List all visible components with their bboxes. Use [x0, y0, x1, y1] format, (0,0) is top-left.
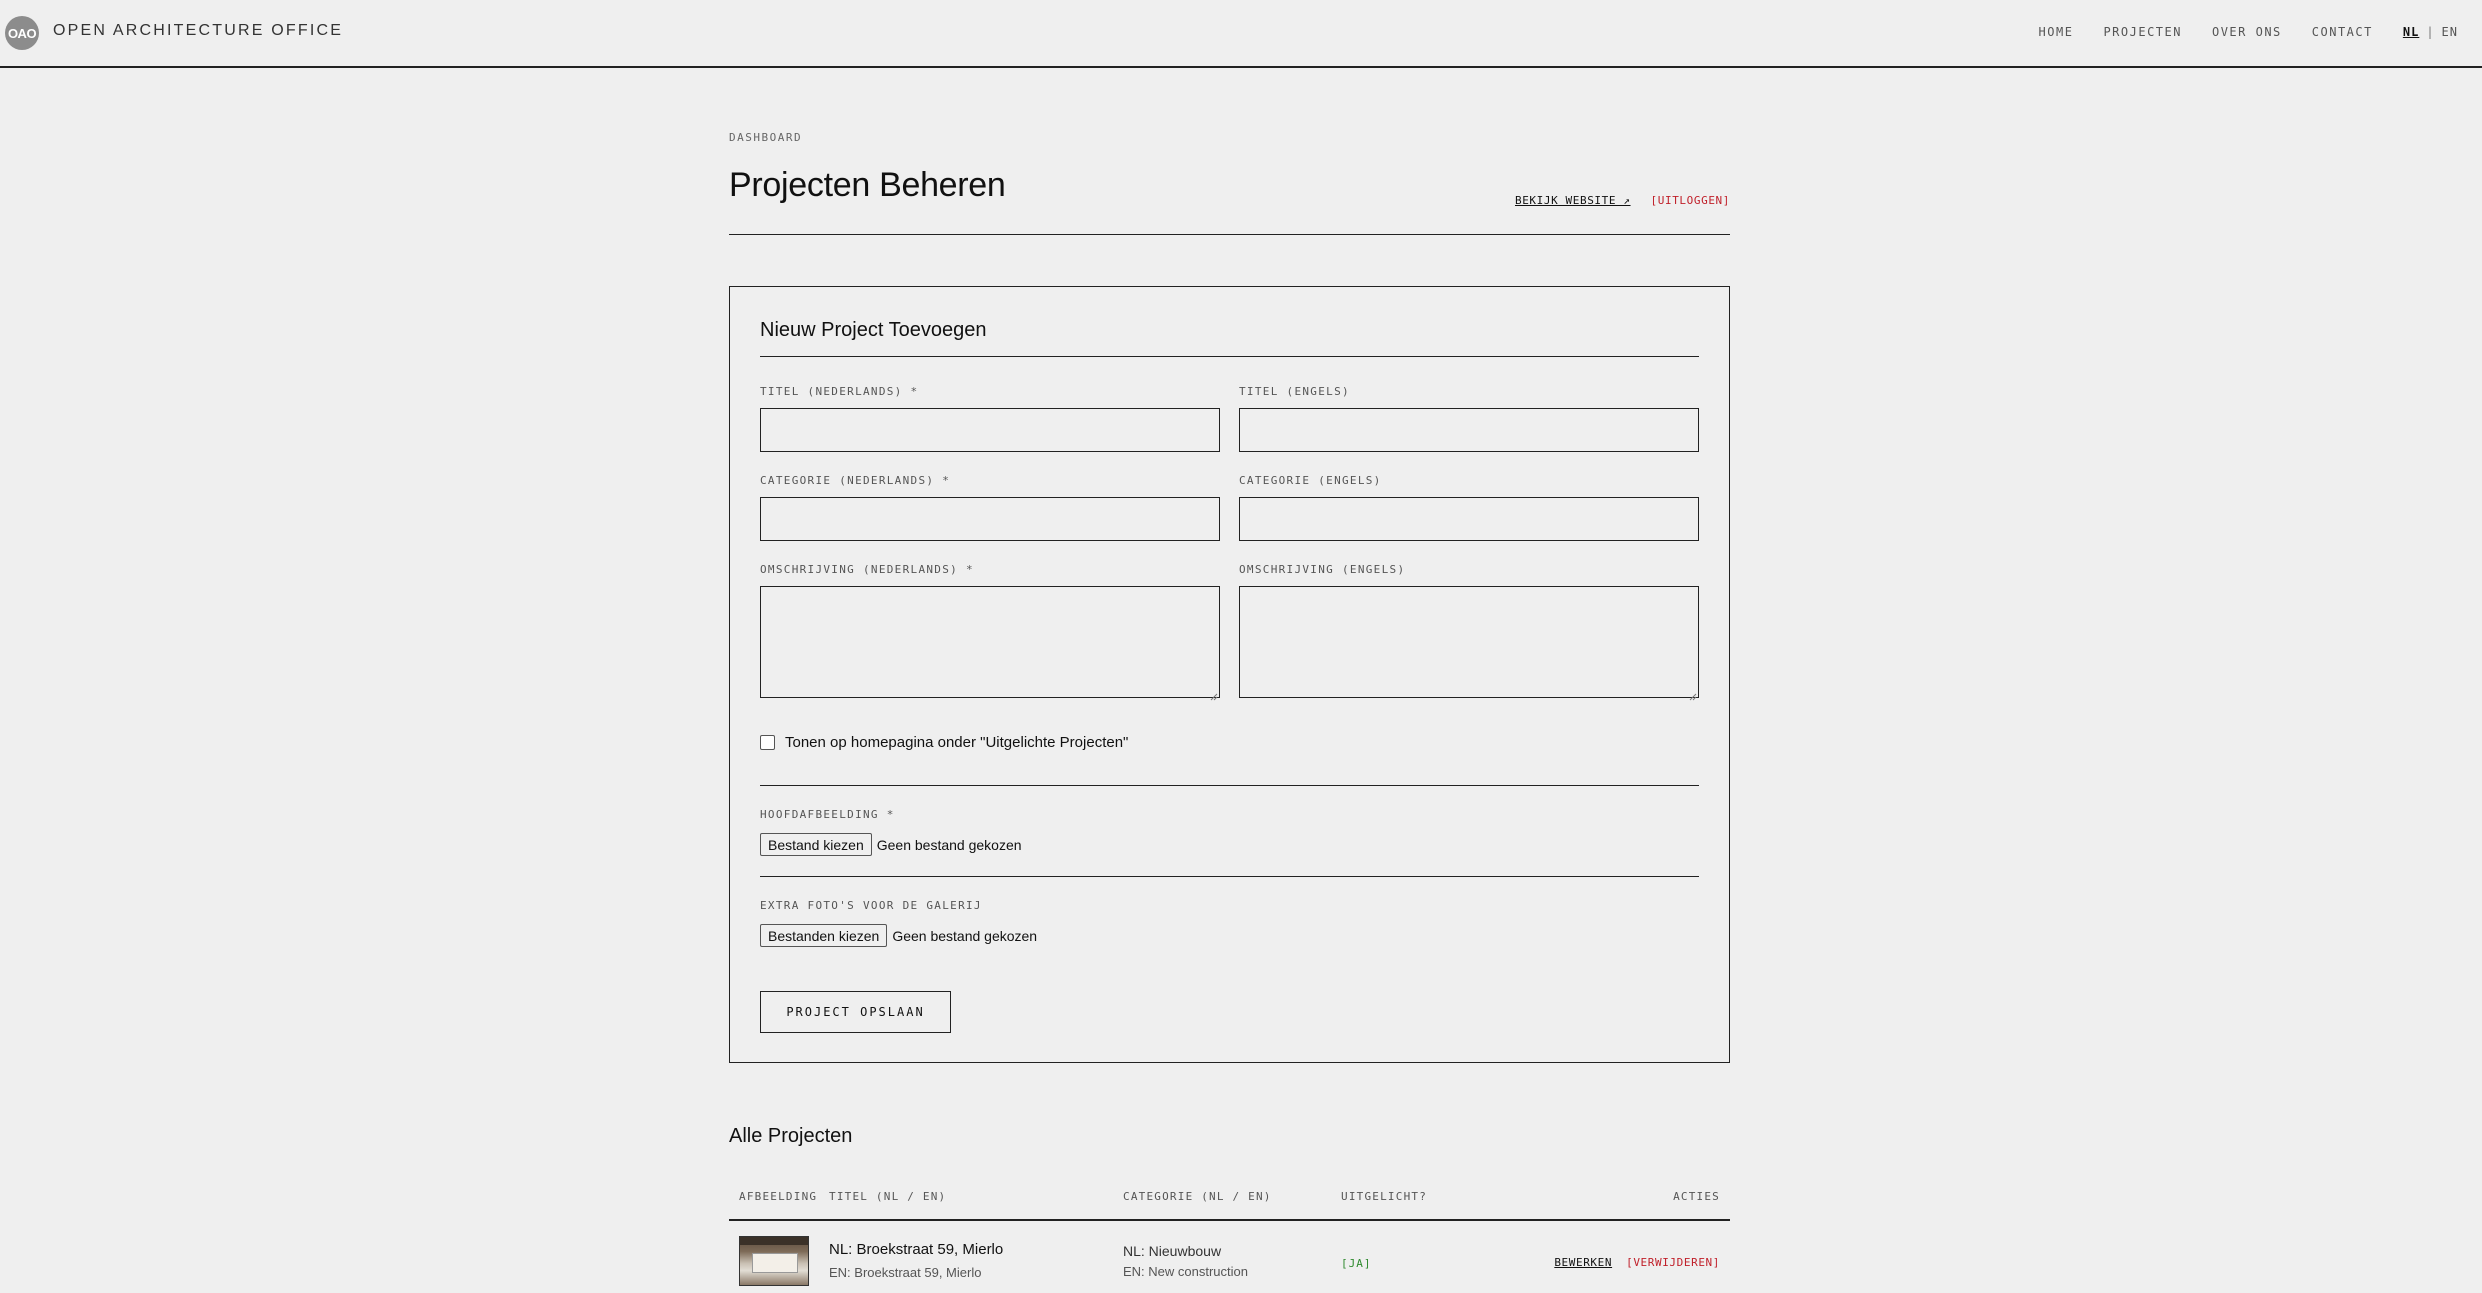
projects-title: Alle Projecten: [729, 1125, 853, 1147]
choose-files-button[interactable]: Bestanden kiezen: [760, 924, 888, 947]
delete-link[interactable]: [VERWIJDEREN]: [1626, 1256, 1720, 1269]
description-nl-label: OMSCHRIJVING (NEDERLANDS) *: [760, 563, 974, 576]
column-header: TITEL (NL / EN): [829, 1190, 947, 1203]
save-project-button[interactable]: PROJECT OPSLAAN: [760, 991, 951, 1033]
view-website-link[interactable]: BEKIJK WEBSITE ↗: [1515, 194, 1631, 207]
project-category-nl: NL: Nieuwbouw: [1123, 1243, 1222, 1259]
nav-home[interactable]: HOME: [2039, 25, 2074, 39]
title-nl-input[interactable]: [760, 408, 1220, 452]
featured-option[interactable]: Tonen op homepagina onder "Uitgelichte P…: [760, 734, 1128, 751]
resize-grip-icon[interactable]: [1689, 693, 1697, 701]
description-en-label: OMSCHRIJVING (ENGELS): [1239, 563, 1406, 576]
category-en-label: CATEGORIE (ENGELS): [1239, 474, 1382, 487]
category-en-input[interactable]: [1239, 497, 1699, 541]
edit-link[interactable]: BEWERKEN: [1554, 1256, 1612, 1269]
lang-separator: |: [2426, 25, 2435, 39]
description-en-textarea[interactable]: [1239, 586, 1699, 698]
lang-nl[interactable]: NL: [2403, 25, 2419, 39]
column-header: UITGELICHT?: [1341, 1190, 1428, 1203]
title-nl-label: TITEL (NEDERLANDS) *: [760, 385, 919, 398]
nav-projecten[interactable]: PROJECTEN: [2103, 25, 2182, 39]
row-actions: BEWERKEN [VERWIJDEREN]: [1554, 1256, 1720, 1269]
project-category-en: EN: New construction: [1123, 1264, 1248, 1279]
site-header: OAO OPEN ARCHITECTURE OFFICE HOME PROJEC…: [0, 0, 2482, 68]
featured-checkbox[interactable]: [760, 735, 775, 750]
column-header: ACTIES: [1673, 1190, 1720, 1203]
main-nav: HOME PROJECTEN OVER ONS CONTACT NL | EN: [2009, 25, 2458, 39]
brand-name[interactable]: OPEN ARCHITECTURE OFFICE: [53, 22, 343, 40]
divider: [760, 785, 1699, 786]
divider: [760, 356, 1699, 357]
project-title-en: EN: Broekstraat 59, Mierlo: [829, 1265, 982, 1280]
gallery-label: EXTRA FOTO'S VOOR DE GALERIJ: [760, 899, 982, 912]
project-title-nl: NL: Broekstraat 59, Mierlo: [829, 1241, 1004, 1258]
nav-contact[interactable]: CONTACT: [2312, 25, 2373, 39]
page-title: Projecten Beheren: [729, 166, 1006, 204]
title-en-label: TITEL (ENGELS): [1239, 385, 1350, 398]
divider: [729, 234, 1730, 235]
divider: [760, 876, 1699, 877]
description-nl-textarea[interactable]: [760, 586, 1220, 698]
breadcrumb: DASHBOARD: [729, 131, 803, 144]
category-nl-input[interactable]: [760, 497, 1220, 541]
gallery-input: Bestanden kiezen Geen bestand gekozen: [760, 924, 1037, 947]
form-title: Nieuw Project Toevoegen: [760, 319, 987, 341]
file-status: Geen bestand gekozen: [876, 836, 1022, 853]
main-image-input: Bestand kiezen Geen bestand gekozen: [760, 833, 1022, 856]
nav-over-ons[interactable]: OVER ONS: [2212, 25, 2282, 39]
lang-en[interactable]: EN: [2442, 25, 2458, 39]
project-thumbnail: [739, 1236, 809, 1286]
logout-link[interactable]: [UITLOGGEN]: [1651, 194, 1730, 207]
featured-badge: [JA]: [1341, 1257, 1372, 1270]
title-en-input[interactable]: [1239, 408, 1699, 452]
resize-grip-icon[interactable]: [1210, 693, 1218, 701]
logo-icon[interactable]: OAO: [5, 16, 39, 50]
new-project-form: Nieuw Project Toevoegen TITEL (NEDERLAND…: [729, 286, 1730, 1063]
choose-file-button[interactable]: Bestand kiezen: [760, 833, 872, 856]
column-header: AFBEELDING: [739, 1190, 818, 1203]
header-actions: BEKIJK WEBSITE ↗ [UITLOGGEN]: [1515, 194, 1730, 207]
main-image-label: HOOFDAFBEELDING *: [760, 808, 895, 821]
column-header: CATEGORIE (NL / EN): [1123, 1190, 1272, 1203]
description-nl-wrap: [760, 586, 1220, 703]
description-en-wrap: [1239, 586, 1699, 703]
language-switcher: NL | EN: [2403, 25, 2458, 39]
divider: [729, 1219, 1730, 1221]
category-nl-label: CATEGORIE (NEDERLANDS) *: [760, 474, 951, 487]
file-status: Geen bestand gekozen: [892, 927, 1038, 944]
featured-label: Tonen op homepagina onder "Uitgelichte P…: [785, 734, 1129, 751]
